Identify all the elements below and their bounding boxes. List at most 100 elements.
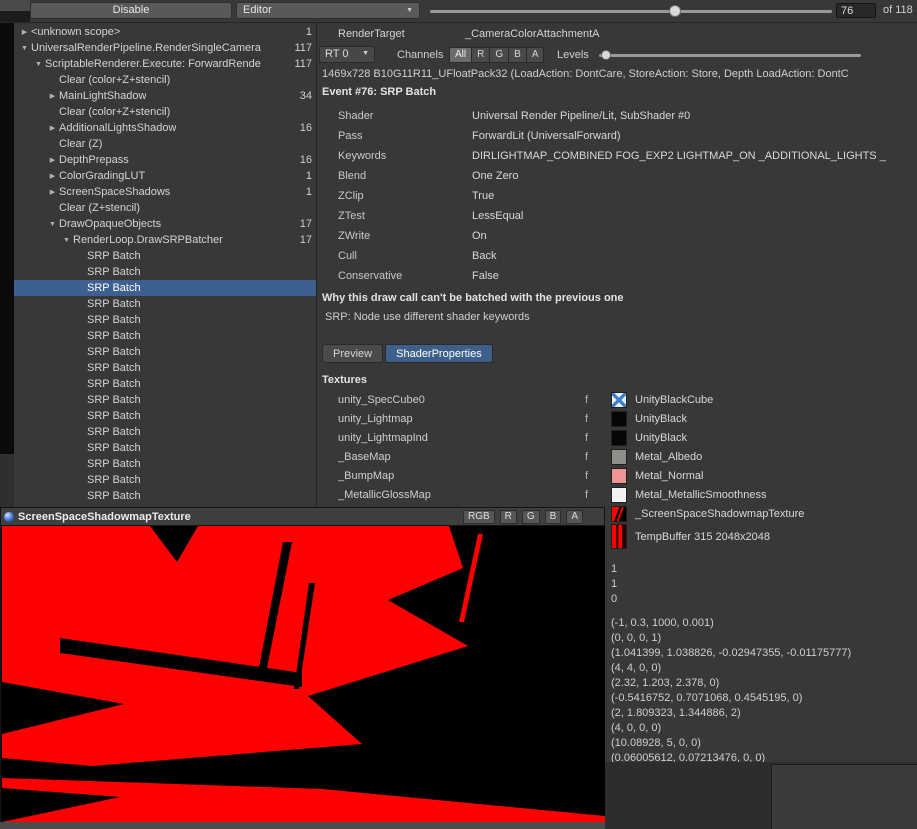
texture-thumbnail-icon[interactable]	[611, 392, 627, 408]
tab-shaderproperties[interactable]: ShaderProperties	[385, 344, 493, 363]
channel-r-button[interactable]: R	[472, 47, 490, 63]
preview-channel-b-button[interactable]: B	[545, 510, 562, 524]
frame-slider-thumb[interactable]	[669, 5, 681, 17]
tree-item[interactable]: SRP Batch	[14, 472, 316, 488]
tab-preview[interactable]: Preview	[322, 344, 383, 363]
tree-item[interactable]: Clear (color+Z+stencil)	[14, 72, 316, 88]
texture-thumbnail-icon[interactable]	[611, 506, 627, 522]
shadowmap-preview-image	[2, 526, 605, 822]
foldout-collapsed-icon[interactable]: ▶	[46, 92, 59, 100]
tree-item[interactable]: SRP Batch	[14, 440, 316, 456]
tree-item[interactable]: SRP Batch	[14, 280, 316, 296]
tree-item[interactable]: SRP Batch	[14, 264, 316, 280]
tree-item[interactable]: ▼UniversalRenderPipeline.RenderSingleCam…	[14, 40, 316, 56]
tree-item[interactable]: ▼ScriptableRenderer.Execute: ForwardRend…	[14, 56, 316, 72]
tree-item[interactable]: Clear (Z+stencil)	[14, 200, 316, 216]
texture-thumbnail-icon[interactable]	[611, 524, 627, 549]
channel-b-button[interactable]: B	[509, 47, 527, 63]
tree-item-count: 1	[298, 170, 312, 182]
foldout-expanded-icon[interactable]: ▼	[46, 221, 59, 228]
tree-item[interactable]: SRP Batch	[14, 424, 316, 440]
tree-item[interactable]: ▶ColorGradingLUT 1	[14, 168, 316, 184]
foldout-expanded-icon[interactable]: ▼	[32, 61, 45, 68]
tree-item[interactable]: ▶DepthPrepass16	[14, 152, 316, 168]
tree-item[interactable]: SRP Batch	[14, 376, 316, 392]
tree-item[interactable]: ▼RenderLoop.DrawSRPBatcher17	[14, 232, 316, 248]
foldout-collapsed-icon[interactable]: ▶	[46, 156, 59, 164]
tree-item[interactable]: SRP Batch	[14, 408, 316, 424]
tree-item-label: Clear (Z)	[59, 138, 102, 150]
foldout-expanded-icon[interactable]: ▼	[18, 45, 31, 52]
texture-flag: f	[585, 470, 611, 482]
texture-name: UnityBlackCube	[635, 394, 713, 406]
tree-item[interactable]: SRP Batch	[14, 344, 316, 360]
tree-item-label: SRP Batch	[87, 490, 141, 502]
tree-item[interactable]: ▼DrawOpaqueObjects17	[14, 216, 316, 232]
levels-slider[interactable]	[599, 54, 861, 57]
foldout-collapsed-icon[interactable]: ▶	[18, 28, 31, 36]
texture-name: _ScreenSpaceShadowmapTexture	[635, 508, 804, 520]
property-name: Cull	[338, 250, 472, 262]
channel-a-button[interactable]: A	[527, 47, 545, 63]
float-value: 1	[611, 562, 617, 577]
disable-button[interactable]: Disable	[30, 2, 232, 19]
channel-g-button[interactable]: G	[490, 47, 509, 63]
tree-item[interactable]: SRP Batch	[14, 456, 316, 472]
property-row: PassForwardLit (UniversalForward)	[317, 126, 917, 146]
foldout-collapsed-icon[interactable]: ▶	[46, 172, 59, 180]
tree-item[interactable]: ▶MainLightShadow34	[14, 88, 316, 104]
texture-thumbnail-icon[interactable]	[611, 487, 627, 503]
panel-edge	[0, 454, 14, 507]
tree-item[interactable]: Clear (Z)	[14, 136, 316, 152]
tree-item[interactable]: ▶<unknown scope>1	[14, 24, 316, 40]
property-row: ZClipTrue	[317, 186, 917, 206]
tree-item[interactable]: SRP Batch	[14, 392, 316, 408]
preview-channel-rgb-button[interactable]: RGB	[463, 510, 495, 524]
texture-thumbnail-icon[interactable]	[611, 430, 627, 446]
tree-item-label: SRP Batch	[87, 410, 141, 422]
frame-slider[interactable]	[430, 10, 832, 13]
tree-item[interactable]: SRP Batch	[14, 312, 316, 328]
texture-thumbnail-icon[interactable]	[611, 411, 627, 427]
tree-item-label: SRP Batch	[87, 314, 141, 326]
preview-channel-r-button[interactable]: R	[500, 510, 517, 524]
tree-item[interactable]: SRP Batch	[14, 248, 316, 264]
property-value: True	[472, 190, 917, 202]
texture-name: UnityBlack	[635, 432, 687, 444]
foldout-collapsed-icon[interactable]: ▶	[46, 124, 59, 132]
tree-item[interactable]: SRP Batch	[14, 296, 316, 312]
tree-item[interactable]: ▶AdditionalLightsShadow16	[14, 120, 316, 136]
property-value: Back	[472, 250, 917, 262]
preview-titlebar: ScreenSpaceShadowmapTexture RGBRGBA	[1, 508, 604, 526]
tree-item-label: Clear (color+Z+stencil)	[59, 74, 170, 86]
tree-item-label: ColorGradingLUT	[59, 170, 145, 182]
tree-item[interactable]: ▶ScreenSpaceShadows1	[14, 184, 316, 200]
texture-thumbnail-icon[interactable]	[611, 468, 627, 484]
texture-property: _MetallicGlossMap	[338, 489, 585, 501]
texture-thumbnail-icon[interactable]	[611, 449, 627, 465]
tree-item[interactable]: Clear (color+Z+stencil)	[14, 104, 316, 120]
frame-number-input[interactable]	[836, 3, 876, 18]
preview-channel-a-button[interactable]: A	[566, 510, 583, 524]
preview-channel-g-button[interactable]: G	[522, 510, 540, 524]
preview-title: ScreenSpaceShadowmapTexture	[18, 511, 191, 523]
foldout-expanded-icon[interactable]: ▼	[60, 237, 73, 244]
channel-all-button[interactable]: All	[449, 47, 472, 63]
property-name: ZClip	[338, 190, 472, 202]
tree-item[interactable]: SRP Batch	[14, 328, 316, 344]
float-value: 0	[611, 592, 617, 607]
editor-dropdown[interactable]: Editor ▼	[236, 2, 420, 19]
chevron-down-icon: ▼	[362, 47, 369, 62]
levels-slider-thumb[interactable]	[601, 50, 611, 60]
tree-item-count: 17	[292, 218, 312, 230]
texture-preview-window: ScreenSpaceShadowmapTexture RGBRGBA	[0, 507, 605, 822]
foldout-collapsed-icon[interactable]: ▶	[46, 188, 59, 196]
tree-item[interactable]: SRP Batch	[14, 488, 316, 504]
tree-item-label: ScreenSpaceShadows	[59, 186, 170, 198]
rt-dropdown[interactable]: RT 0 ▼	[319, 46, 375, 63]
texture-row: unity_SpecCube0fUnityBlackCube	[317, 390, 917, 409]
tree-item[interactable]: SRP Batch	[14, 360, 316, 376]
property-value: Universal Render Pipeline/Lit, SubShader…	[472, 110, 917, 122]
tree-item-label: ScriptableRenderer.Execute: ForwardRende	[45, 58, 261, 70]
event-tree: ▶<unknown scope>1▼UniversalRenderPipelin…	[14, 22, 316, 507]
